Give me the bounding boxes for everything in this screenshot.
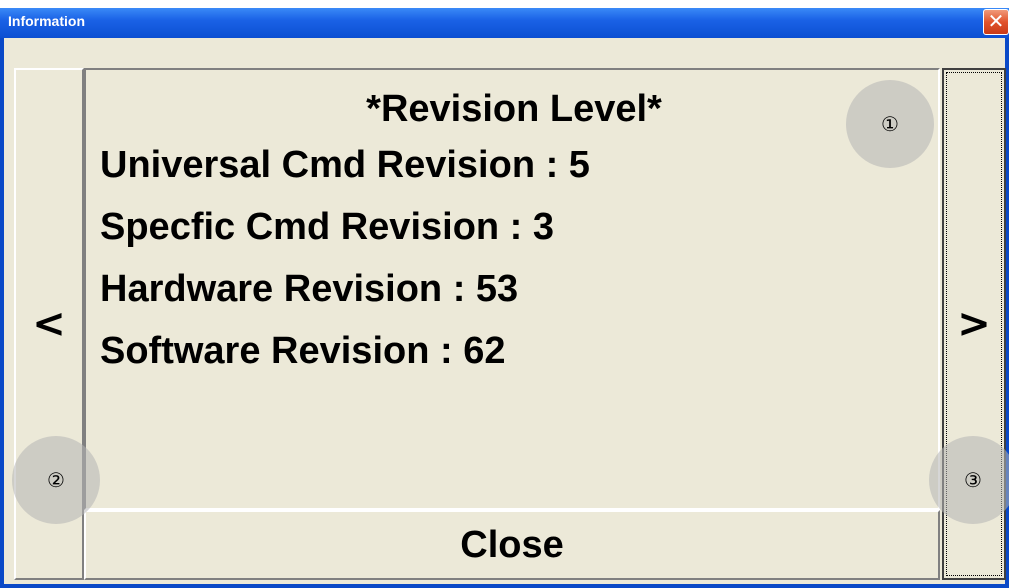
- window-frame-left: [0, 38, 4, 588]
- revision-heading: *Revision Level*: [366, 88, 662, 130]
- software-revision: Software Revision : 62: [100, 330, 506, 372]
- annotation-marker-3: ③: [929, 436, 1009, 524]
- close-window-icon[interactable]: ✕: [983, 9, 1009, 35]
- annotation-marker-1: ①: [846, 80, 934, 168]
- top-strip: [0, 0, 1009, 8]
- specific-cmd-revision: Specfic Cmd Revision : 3: [100, 206, 555, 248]
- universal-cmd-revision: Universal Cmd Revision : 5: [100, 144, 590, 186]
- previous-arrow-label: <: [32, 301, 66, 347]
- next-arrow-label: >: [957, 301, 991, 347]
- window-frame-bottom: [0, 584, 1009, 588]
- annotation-marker-2: ②: [12, 436, 100, 524]
- information-dialog: Information ✕ < *Revision Level* Univers…: [0, 0, 1009, 588]
- close-button[interactable]: Close: [84, 510, 940, 580]
- title-bar[interactable]: Information ✕: [0, 8, 1009, 38]
- hardware-revision: Hardware Revision : 53: [100, 268, 519, 310]
- revision-info-panel: *Revision Level* Universal Cmd Revision …: [84, 68, 940, 510]
- window-title: Information: [8, 13, 85, 29]
